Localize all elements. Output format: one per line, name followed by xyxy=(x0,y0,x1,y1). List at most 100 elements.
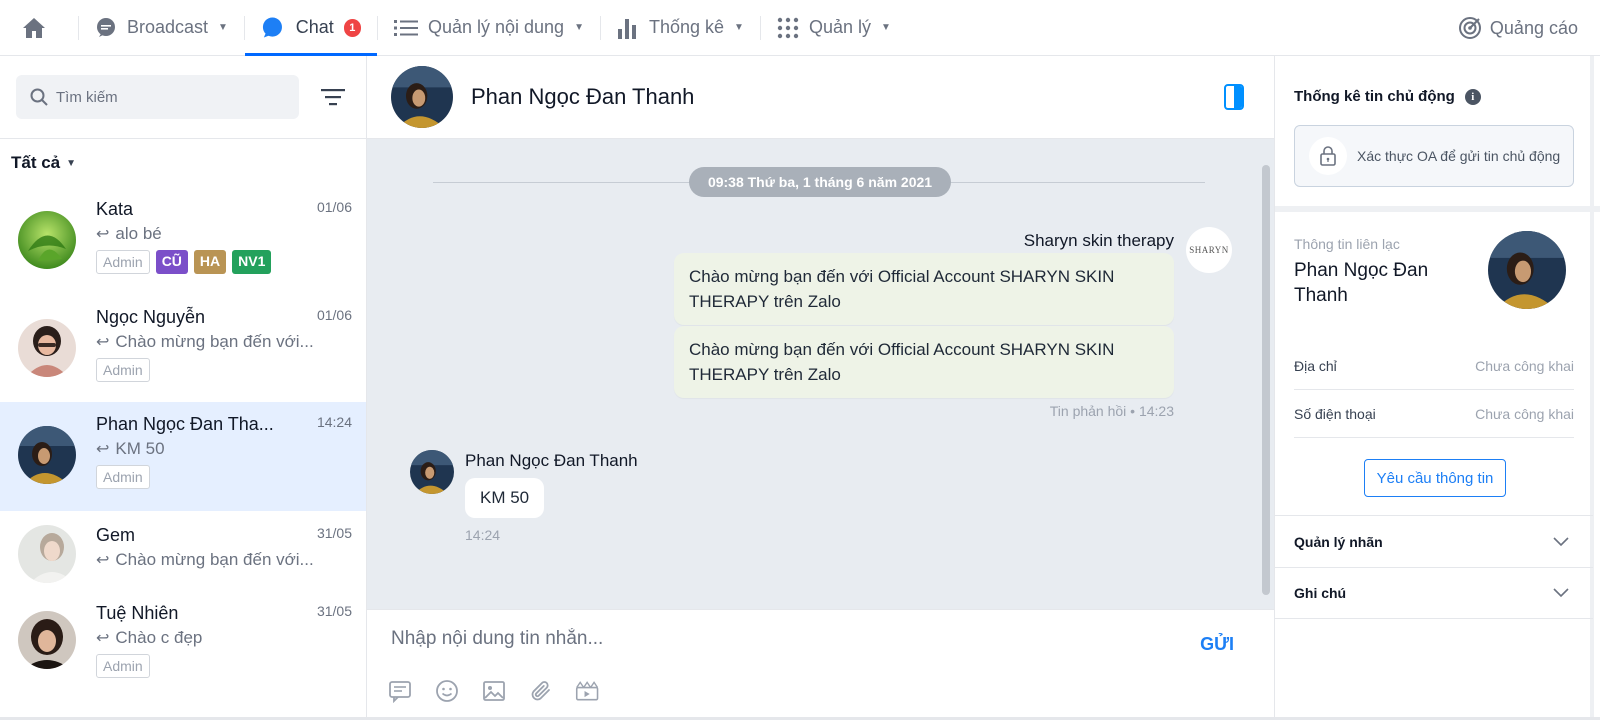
conversation-item[interactable]: 31/05 Gem ↩ Chào mừng bạn đến với... xyxy=(0,511,366,593)
tag-nv1: NV1 xyxy=(232,250,272,274)
chevron-down-icon: ▼ xyxy=(574,22,584,33)
chevron-down-icon: ▼ xyxy=(66,157,77,169)
contact-info-panel: Thống kê tin chủ động i Xác thực OA để g… xyxy=(1274,56,1600,720)
contact-avatar xyxy=(1488,231,1566,309)
verify-oa-box[interactable]: Xác thực OA để gửi tin chủ động xyxy=(1294,125,1574,187)
nav-chat-label: Chat xyxy=(295,17,334,37)
message-meta: Tin phản hồi • 14:23 xyxy=(1049,403,1174,419)
info-panel-scrollbar[interactable] xyxy=(1590,56,1594,720)
conversation-item[interactable]: 01/06 Kata ↩ alo bé Admin CŨ HA NV1 xyxy=(0,187,366,295)
tag-list: Admin CŨ HA NV1 xyxy=(96,250,352,274)
avatar xyxy=(18,319,76,377)
nav-ads-label: Quảng cáo xyxy=(1489,17,1578,38)
image-icon xyxy=(483,681,505,701)
video-icon xyxy=(575,681,599,701)
message-area: 09:38 Thứ ba, 1 tháng 6 năm 2021 Sharyn … xyxy=(367,139,1274,609)
conversation-preview: ↩ KM 50 xyxy=(96,439,352,459)
conversation-time: 14:24 xyxy=(316,414,352,430)
phone-label: Số điện thoại xyxy=(1294,405,1376,422)
chevron-down-icon xyxy=(1553,536,1569,546)
address-label: Địa chỉ xyxy=(1294,357,1337,374)
preview-text: Chào mừng bạn đến với... xyxy=(115,550,314,569)
top-nav: Broadcast ▼ Chat 1 Quản lý nội dung ▼ Th… xyxy=(0,0,1600,57)
conversation-time: 31/05 xyxy=(316,603,352,619)
sender-avatar[interactable] xyxy=(410,450,454,494)
notes-title: Ghi chú xyxy=(1294,585,1347,601)
notes-section[interactable]: Ghi chú xyxy=(1275,567,1593,619)
media-button[interactable] xyxy=(575,678,601,704)
quick-message-button[interactable] xyxy=(387,678,413,704)
preview-text: alo bé xyxy=(115,224,162,243)
request-info-button[interactable]: Yêu cầu thông tin xyxy=(1364,459,1506,497)
conversation-name: Gem xyxy=(96,525,136,545)
tag-admin: Admin xyxy=(96,465,150,489)
nav-statistics[interactable]: Thống kê ▼ xyxy=(601,0,760,56)
verify-text: Xác thực OA để gửi tin chủ động xyxy=(1357,148,1561,164)
message-input[interactable] xyxy=(391,628,1171,650)
conversation-item[interactable]: 31/05 Tuệ Nhiên ↩ Chào c đẹp Admin xyxy=(0,593,366,693)
address-value: Chưa công khai xyxy=(1475,357,1574,374)
reply-icon: ↩ xyxy=(96,441,110,458)
search-icon xyxy=(30,88,48,106)
send-button[interactable]: GỬI xyxy=(1200,634,1234,655)
tag-management-section[interactable]: Quản lý nhãn xyxy=(1275,515,1593,567)
stats-section-header: Thống kê tin chủ động i xyxy=(1294,88,1481,105)
nav-chat[interactable]: Chat 1 xyxy=(244,0,377,57)
avatar xyxy=(18,525,76,583)
chevron-down-icon: ▼ xyxy=(734,22,744,33)
preview-text: Chào c đẹp xyxy=(115,628,203,647)
nav-content-management[interactable]: Quản lý nội dung ▼ xyxy=(378,0,600,56)
reply-icon: ↩ xyxy=(96,226,110,243)
conversation-sidebar: Tất cả ▼ 01/06 Kata ↩ alo bé Admin CŨ HA… xyxy=(0,56,367,720)
message-scrollbar[interactable] xyxy=(1262,165,1270,595)
image-button[interactable] xyxy=(481,678,507,704)
bar-chart-icon xyxy=(617,18,636,39)
phone-value: Chưa công khai xyxy=(1475,405,1574,422)
conversation-preview: ↩ Chào c đẹp xyxy=(96,628,352,648)
outgoing-message[interactable]: Chào mừng bạn đến với Official Account S… xyxy=(674,326,1174,398)
conversation-preview: ↩ alo bé xyxy=(96,224,352,244)
grid-icon xyxy=(777,17,799,38)
search-box[interactable] xyxy=(16,75,299,119)
nav-broadcast-label: Broadcast xyxy=(127,17,209,37)
outgoing-message[interactable]: Chào mừng bạn đến với Official Account S… xyxy=(674,253,1174,325)
conversation-item-active[interactable]: 14:24 Phan Ngọc Đan Tha... ↩ KM 50 Admin xyxy=(0,402,366,511)
reply-icon: ↩ xyxy=(96,630,110,647)
stats-title: Thống kê tin chủ động xyxy=(1294,88,1455,105)
lock-icon xyxy=(1309,137,1347,175)
chevron-down-icon: ▼ xyxy=(880,22,891,33)
chat-header-avatar[interactable] xyxy=(391,66,453,128)
conversation-filter-dropdown[interactable]: Tất cả ▼ xyxy=(0,139,366,187)
paperclip-icon xyxy=(531,681,550,701)
conversation-time: 01/06 xyxy=(316,307,352,323)
tag-admin: Admin xyxy=(96,358,150,382)
conversation-item[interactable]: 01/06 Ngọc Nguyễn ↩ Chào mừng bạn đến vớ… xyxy=(0,295,366,402)
attach-button[interactable] xyxy=(528,678,554,704)
search-input[interactable] xyxy=(56,88,276,106)
message-time: 14:24 xyxy=(465,527,501,543)
search-row xyxy=(0,56,366,139)
nav-management[interactable]: Quản lý ▼ xyxy=(761,0,907,56)
preview-text: Chào mừng bạn đến với... xyxy=(115,332,314,351)
chat-header: Phan Ngọc Đan Thanh xyxy=(367,56,1274,139)
nav-ads[interactable]: Quảng cáo xyxy=(1458,0,1578,56)
avatar xyxy=(18,426,76,484)
reply-icon: ↩ xyxy=(96,334,110,351)
home-button[interactable] xyxy=(0,0,78,56)
conversation-name: Phan Ngọc Đan Tha... xyxy=(96,414,274,434)
incoming-message[interactable]: KM 50 xyxy=(465,478,545,518)
tag-list: Admin xyxy=(96,465,352,489)
conversation-body: 31/05 Gem ↩ Chào mừng bạn đến với... xyxy=(96,525,352,593)
emoji-button[interactable] xyxy=(434,678,460,704)
section-divider xyxy=(1275,206,1600,212)
chat-panel: Phan Ngọc Đan Thanh 09:38 Thứ ba, 1 thán… xyxy=(367,56,1274,720)
nav-broadcast[interactable]: Broadcast ▼ xyxy=(79,0,244,56)
toggle-info-panel-button[interactable] xyxy=(1224,84,1244,110)
info-icon[interactable]: i xyxy=(1464,88,1481,105)
conversation-name: Kata xyxy=(96,199,134,219)
filter-button[interactable] xyxy=(320,84,346,110)
date-separator: 09:38 Thứ ba, 1 tháng 6 năm 2021 xyxy=(689,167,951,197)
contact-name: Phan Ngọc Đan Thanh xyxy=(1294,260,1429,306)
oa-avatar: SHARYN xyxy=(1186,227,1232,273)
conversation-body: 14:24 Phan Ngọc Đan Tha... ↩ KM 50 Admin xyxy=(96,414,352,511)
